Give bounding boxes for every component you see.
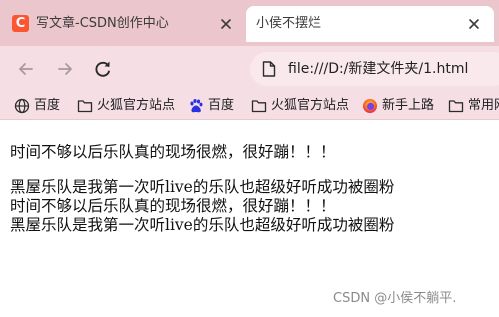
folder-icon <box>251 100 267 113</box>
address-bar[interactable]: file:///D:/新建文件夹/1.html <box>250 52 499 86</box>
bookmark-label: 新手上路 <box>382 98 435 113</box>
paragraph: 时间不够以后乐队真的现场很燃，很好蹦！！！ <box>10 143 336 161</box>
bookmarks-bar: 百度 火狐官方站点 百度 火狐官方站点 新手上路 常用 <box>0 92 499 120</box>
tab-title: 写文章-CSDN创作中心 <box>36 16 169 31</box>
baidu-paw-icon <box>190 99 203 113</box>
tab-csdn-editor[interactable]: C 写文章-CSDN创作中心 <box>4 6 240 42</box>
paragraph: 时间不够以后乐队真的现场很燃，很好蹦！！！ <box>10 197 336 215</box>
csdn-watermark: CSDN @小侯不躺平. <box>333 291 457 306</box>
tab-current-page[interactable]: 小侯不摆烂 <box>246 6 494 42</box>
bookmark-label: 火狐官方站点 <box>271 98 350 113</box>
page-content: 时间不够以后乐队真的现场很燃，很好蹦！！！ 黑屋乐队是我第一次听live的乐队也… <box>0 120 499 317</box>
paragraph: 黑屋乐队是我第一次听live的乐队也超级好听成功被圈粉 <box>10 178 395 196</box>
folder-icon <box>77 100 93 113</box>
tab-title: 小侯不摆烂 <box>256 16 322 31</box>
forward-arrow-icon[interactable] <box>55 59 75 79</box>
bookmark-label: 火狐官方站点 <box>97 98 176 113</box>
close-icon[interactable] <box>466 16 482 32</box>
reload-icon[interactable] <box>93 59 113 79</box>
csdn-favicon-icon: C <box>12 15 29 32</box>
tab-strip: C 写文章-CSDN创作中心 小侯不摆烂 <box>0 0 499 46</box>
firefox-icon <box>363 99 377 113</box>
bookmark-label: 常用网址 <box>468 98 499 113</box>
url-text: file:///D:/新建文件夹/1.html <box>288 61 469 77</box>
close-icon[interactable] <box>218 16 234 32</box>
browser-window: C 写文章-CSDN创作中心 小侯不摆烂 file:///D:/新建文件夹/1.… <box>0 0 499 317</box>
page-document-icon <box>262 61 276 77</box>
navigation-toolbar: file:///D:/新建文件夹/1.html <box>0 46 499 92</box>
folder-icon <box>448 100 464 113</box>
bookmark-label: 百度 <box>208 98 235 113</box>
bookmark-label: 百度 <box>34 98 61 113</box>
back-arrow-icon[interactable] <box>16 59 36 79</box>
paragraph: 黑屋乐队是我第一次听live的乐队也超级好听成功被圈粉 <box>10 216 395 234</box>
globe-icon <box>14 98 30 114</box>
